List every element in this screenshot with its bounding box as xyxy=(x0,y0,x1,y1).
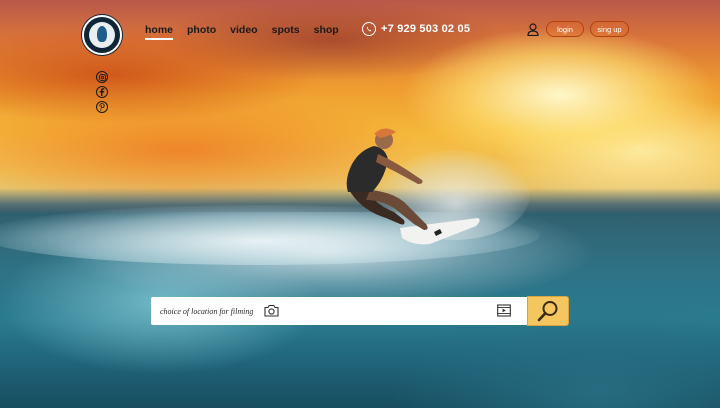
whatsapp-icon xyxy=(362,22,376,36)
phone-number: +7 929 503 02 05 xyxy=(381,23,471,35)
search-icon xyxy=(537,301,558,322)
phone-contact[interactable]: +7 929 503 02 05 xyxy=(362,22,470,36)
nav-item-shop[interactable]: shop xyxy=(314,24,339,36)
camera-icon[interactable] xyxy=(264,304,279,317)
nav-item-photo[interactable]: photo xyxy=(187,24,216,36)
facebook-icon[interactable] xyxy=(96,86,108,98)
nav-item-spots[interactable]: spots xyxy=(272,24,300,36)
hero-background xyxy=(0,0,720,408)
nav-item-video[interactable]: video xyxy=(230,24,257,36)
video-film-icon[interactable] xyxy=(497,304,511,317)
surfer-silhouette xyxy=(346,128,480,245)
login-button[interactable]: login xyxy=(546,21,584,37)
logo-emblem xyxy=(89,22,115,48)
main-nav: home photo video spots shop xyxy=(145,24,353,40)
nav-item-home[interactable]: home xyxy=(145,24,174,40)
location-search-input[interactable] xyxy=(160,306,260,316)
instagram-icon[interactable] xyxy=(96,71,108,83)
user-icon[interactable] xyxy=(527,23,539,36)
search-bar xyxy=(151,297,527,325)
pinterest-icon[interactable] xyxy=(96,101,108,113)
search-button[interactable] xyxy=(527,296,569,326)
site-logo[interactable] xyxy=(82,15,122,55)
signup-button[interactable]: sing up xyxy=(590,21,629,37)
